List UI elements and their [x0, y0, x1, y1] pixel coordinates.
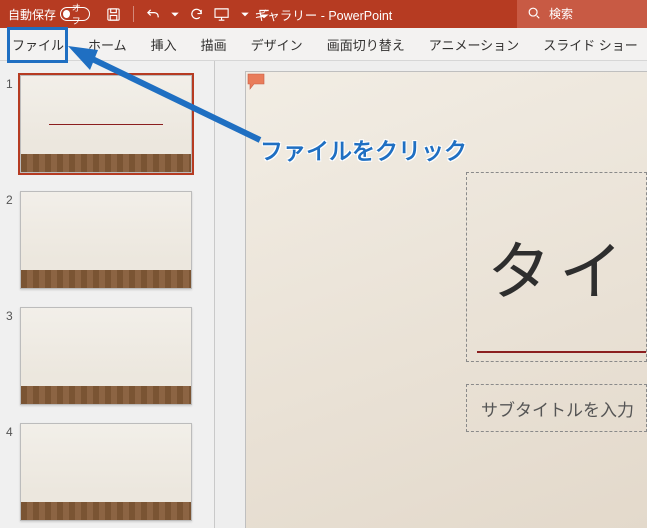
redo-icon[interactable]: [189, 7, 204, 22]
tab-design[interactable]: デザイン: [239, 28, 315, 60]
title-placeholder[interactable]: タイ: [466, 172, 647, 362]
tab-animations[interactable]: アニメーション: [417, 28, 531, 60]
thumb-floor: [21, 154, 191, 172]
annotation-text: ファイルをクリック: [260, 132, 467, 166]
slide-thumbnail-4[interactable]: [20, 423, 192, 521]
subtitle-placeholder[interactable]: サブタイトルを入力: [466, 384, 647, 432]
tab-transitions[interactable]: 画面切り替え: [315, 28, 417, 60]
slide-thumbnail-1[interactable]: [20, 75, 192, 173]
thumbnail-number: 1: [6, 75, 20, 91]
thumb-floor: [21, 502, 191, 520]
autosave-label: 自動保存: [8, 6, 56, 23]
thumbnail-row: 1: [0, 71, 214, 187]
tab-home[interactable]: ホーム: [76, 28, 139, 60]
thumb-floor: [21, 270, 191, 288]
qat-separator: [133, 6, 134, 22]
save-icon[interactable]: [106, 7, 121, 22]
thumb-floor: [21, 386, 191, 404]
slideshow-dropdown-icon[interactable]: [241, 7, 249, 22]
autosave-toggle[interactable]: オフ: [60, 7, 90, 21]
tab-slideshow[interactable]: スライド ショー: [531, 28, 647, 60]
thumbnail-number: 3: [6, 307, 20, 323]
thumbnail-row: 3: [0, 303, 214, 419]
thumbnail-row: 2: [0, 187, 214, 303]
search-icon: [527, 6, 541, 23]
ribbon-tabs: ファイル ホーム 挿入 描画 デザイン 画面切り替え アニメーション スライド …: [0, 28, 647, 61]
tab-draw[interactable]: 描画: [189, 28, 239, 60]
undo-dropdown-icon[interactable]: [171, 7, 179, 22]
comment-indicator-icon[interactable]: [247, 73, 267, 96]
slide-thumbnail-3[interactable]: [20, 307, 192, 405]
tab-insert[interactable]: 挿入: [139, 28, 189, 60]
thumbnail-number: 4: [6, 423, 20, 439]
quick-access-toolbar: [98, 6, 277, 22]
slide-thumbnail-pane[interactable]: 1 2 3 4: [0, 61, 215, 528]
window-title: ギャラリー - PowerPoint: [255, 5, 393, 24]
thumbnail-row: 4: [0, 419, 214, 528]
tab-file[interactable]: ファイル: [0, 28, 76, 60]
slide-thumbnail-2[interactable]: [20, 191, 192, 289]
undo-icon[interactable]: [146, 7, 161, 22]
thumb-redline: [49, 124, 163, 125]
subtitle-text: サブタイトルを入力: [481, 396, 634, 421]
title-bar: 自動保存 オフ: [0, 0, 647, 28]
autosave-control[interactable]: 自動保存 オフ: [0, 6, 98, 23]
slideshow-start-icon[interactable]: [214, 7, 231, 22]
title-text: タイ: [487, 221, 631, 313]
autosave-toggle-text: オフ: [72, 1, 87, 27]
thumbnail-number: 2: [6, 191, 20, 207]
search-input[interactable]: [547, 6, 611, 22]
search-box[interactable]: [517, 0, 647, 28]
toggle-dot: [63, 10, 70, 18]
